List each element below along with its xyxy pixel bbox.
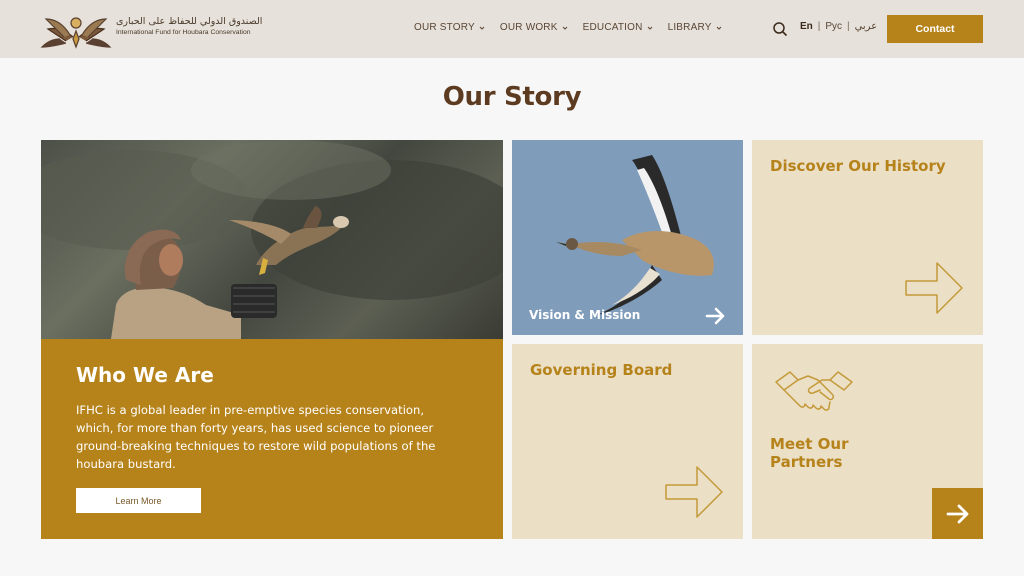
meet-partners-tile[interactable]: Meet Our Partners — [752, 344, 983, 539]
language-switcher: En | Рус | عربي — [800, 21, 877, 32]
who-we-are-title: Who We Are — [76, 363, 214, 387]
lang-en-link[interactable]: En — [800, 21, 813, 32]
site-header: الصندوق الدولي للحفاظ على الحبارى Intern… — [0, 0, 1024, 58]
falconer-illustration — [41, 140, 503, 339]
handshake-icon — [775, 371, 853, 411]
nav-item-label: OUR WORK — [499, 22, 558, 33]
chevron-down-icon — [647, 26, 652, 30]
logo-emblem[interactable] — [40, 9, 112, 51]
lang-ar-link[interactable]: عربي — [855, 21, 878, 32]
nav-item-label: OUR STORY — [414, 22, 475, 33]
main-nav: OUR STORY OUR WORK EDUCATION LIBRARY — [414, 22, 737, 33]
discover-history-title: Discover Our History — [770, 157, 946, 175]
logo-text[interactable]: الصندوق الدولي للحفاظ على الحبارى Intern… — [116, 16, 266, 37]
nav-item-label: LIBRARY — [667, 22, 712, 33]
lang-divider: | — [846, 21, 850, 32]
page-title: Our Story — [442, 82, 582, 112]
nav-item-education[interactable]: EDUCATION — [583, 22, 653, 33]
governing-board-tile[interactable]: Governing Board — [512, 344, 743, 539]
outline-arrow-icon — [905, 262, 963, 314]
search-icon[interactable] — [772, 21, 788, 37]
outline-arrow-icon — [665, 466, 723, 518]
chevron-down-icon — [479, 26, 485, 30]
chevron-down-icon — [562, 26, 567, 30]
arrow-right-icon — [946, 504, 968, 523]
meet-partners-title: Meet Our Partners — [770, 435, 849, 471]
chevron-down-icon — [716, 26, 721, 30]
who-we-are-panel: Who We Are IFHC is a global leader in pr… — [41, 339, 503, 539]
governing-board-title: Governing Board — [530, 361, 673, 379]
contact-button[interactable]: Contact — [887, 15, 983, 43]
arrow-right-icon — [705, 307, 725, 325]
vision-mission-tile[interactable]: Vision & Mission — [512, 140, 743, 335]
partners-arrow-button[interactable] — [932, 488, 983, 539]
lang-ru-link[interactable]: Рус — [825, 21, 842, 32]
nav-item-our-work[interactable]: OUR WORK — [500, 22, 568, 33]
nav-item-label: EDUCATION — [582, 22, 643, 33]
logo-english-text: International Fund for Houbara Conservat… — [116, 29, 251, 36]
lang-divider: | — [817, 21, 821, 32]
vision-mission-label: Vision & Mission — [529, 308, 641, 322]
nav-item-our-story[interactable]: OUR STORY — [414, 22, 485, 33]
who-we-are-text: IFHC is a global leader in pre-emptive s… — [76, 403, 436, 471]
nav-item-library[interactable]: LIBRARY — [668, 22, 722, 33]
logo-arabic-text: الصندوق الدولي للحفاظ على الحبارى — [116, 16, 263, 27]
falconer-photo — [41, 140, 503, 339]
learn-more-button[interactable]: Learn More — [76, 488, 201, 513]
discover-history-tile[interactable]: Discover Our History — [752, 140, 983, 335]
